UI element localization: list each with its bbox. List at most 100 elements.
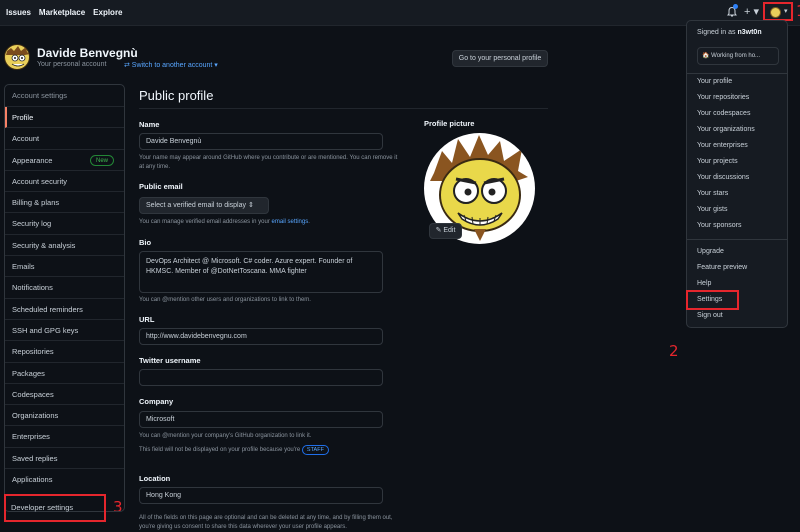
sidebar-item-ssh-gpg[interactable]: SSH and GPG keys bbox=[5, 320, 124, 342]
menu-divider bbox=[687, 239, 787, 240]
sidebar-item-label: Codespaces bbox=[12, 389, 54, 399]
sidebar-item-label: Repositories bbox=[12, 347, 54, 357]
sidebar-item-label: Packages bbox=[12, 368, 45, 378]
nav-issues[interactable]: Issues bbox=[6, 8, 31, 17]
profile-picture-label: Profile picture bbox=[424, 119, 475, 128]
location-input[interactable]: Hong Kong bbox=[139, 487, 383, 504]
signed-in-as: Signed in as n3wt0n bbox=[697, 29, 762, 36]
menu-your-enterprises[interactable]: Your enterprises bbox=[697, 142, 748, 149]
menu-your-codespaces[interactable]: Your codespaces bbox=[697, 110, 750, 117]
menu-your-stars[interactable]: Your stars bbox=[697, 190, 728, 197]
twitter-input[interactable] bbox=[139, 369, 383, 386]
annotation-2: 2 bbox=[669, 342, 679, 360]
sidebar-item-account-security[interactable]: Account security bbox=[5, 171, 124, 193]
name-note: Your name may appear around GitHub where… bbox=[139, 155, 398, 170]
account-avatar bbox=[4, 44, 30, 70]
sidebar-item-label: Enterprises bbox=[12, 432, 50, 442]
sidebar-item-label: Emails bbox=[12, 262, 35, 272]
sidebar-item-scheduled-reminders[interactable]: Scheduled reminders bbox=[5, 299, 124, 320]
annotation-1: 1 bbox=[796, 2, 800, 20]
account-subtitle: Your personal account bbox=[37, 61, 107, 68]
sidebar-item-repositories[interactable]: Repositories bbox=[5, 341, 124, 363]
top-nav: Issues Marketplace Explore bbox=[6, 8, 123, 17]
nav-marketplace[interactable]: Marketplace bbox=[39, 8, 85, 17]
notification-dot bbox=[733, 4, 738, 9]
user-dropdown-menu: Signed in as n3wt0n 🏠 Working from ho...… bbox=[686, 20, 788, 328]
email-note-text: You can manage verified email addresses … bbox=[139, 219, 272, 225]
menu-your-organizations[interactable]: Your organizations bbox=[697, 126, 755, 133]
location-label: Location bbox=[139, 474, 171, 483]
menu-your-projects[interactable]: Your projects bbox=[697, 158, 738, 165]
sidebar-item-notifications[interactable]: Notifications bbox=[5, 277, 124, 299]
public-email-label: Public email bbox=[139, 182, 183, 191]
name-input[interactable]: Davide Benvegnù bbox=[139, 133, 383, 150]
menu-your-repositories[interactable]: Your repositories bbox=[697, 94, 749, 101]
menu-help[interactable]: Help bbox=[697, 280, 711, 287]
sidebar-item-packages[interactable]: Packages bbox=[5, 363, 124, 384]
sidebar-item-profile[interactable]: Profile bbox=[5, 107, 124, 129]
menu-sign-out[interactable]: Sign out bbox=[697, 312, 723, 319]
sidebar-item-account[interactable]: Account bbox=[5, 128, 124, 150]
bio-label: Bio bbox=[139, 238, 152, 247]
bio-note: You can @mention other users and organiz… bbox=[139, 297, 311, 303]
menu-your-discussions[interactable]: Your discussions bbox=[697, 174, 749, 181]
sidebar-item-label: Organizations bbox=[12, 411, 59, 421]
chevron-down-icon: ▾ bbox=[784, 8, 788, 15]
menu-your-sponsors[interactable]: Your sponsors bbox=[697, 222, 742, 229]
sidebar-item-label: Billing & plans bbox=[12, 198, 60, 208]
staff-badge: STAFF bbox=[301, 445, 329, 455]
email-settings-link[interactable]: email settings bbox=[272, 219, 309, 225]
highlight-settings bbox=[686, 290, 739, 310]
switch-account-link[interactable]: ⇄ Switch to another account ▾ bbox=[124, 61, 218, 69]
go-to-profile-button[interactable]: Go to your personal profile bbox=[452, 50, 548, 67]
sidebar-item-appearance[interactable]: Appearance New bbox=[5, 150, 124, 171]
company-visibility-text: This field will not be displayed on your… bbox=[139, 447, 301, 453]
sidebar-item-enterprises[interactable]: Enterprises bbox=[5, 426, 124, 448]
sidebar-item-codespaces[interactable]: Codespaces bbox=[5, 384, 124, 406]
name-label: Name bbox=[139, 120, 160, 129]
company-label: Company bbox=[139, 397, 174, 406]
company-input[interactable]: Microsoft bbox=[139, 411, 383, 428]
sidebar-item-applications[interactable]: Applications bbox=[5, 469, 124, 490]
sidebar-item-saved-replies[interactable]: Saved replies bbox=[5, 448, 124, 470]
company-note: You can @mention your company's GitHub o… bbox=[139, 433, 312, 439]
settings-sidebar: Account settings Profile Account Appeara… bbox=[4, 84, 125, 512]
sidebar-item-label: Applications bbox=[12, 475, 53, 485]
sidebar-item-security-log[interactable]: Security log bbox=[5, 213, 124, 235]
sidebar-item-label: Notifications bbox=[12, 283, 53, 293]
top-header: Issues Marketplace Explore + ▾ bbox=[0, 0, 800, 26]
twitter-label: Twitter username bbox=[139, 356, 201, 365]
bio-textarea[interactable]: DevOps Architect @ Microsoft. C# coder. … bbox=[139, 251, 383, 293]
sidebar-item-label: Saved replies bbox=[12, 453, 58, 463]
url-label: URL bbox=[139, 315, 155, 324]
sidebar-item-emails[interactable]: Emails bbox=[5, 256, 124, 278]
sidebar-item-label: Account security bbox=[12, 176, 68, 186]
sidebar-item-label: SSH and GPG keys bbox=[12, 325, 79, 335]
set-status-button[interactable]: 🏠 Working from ho... bbox=[697, 47, 779, 65]
public-email-select[interactable]: Select a verified email to display ⇕ bbox=[139, 197, 269, 214]
edit-picture-button[interactable]: ✎ Edit bbox=[429, 223, 462, 239]
title-divider bbox=[139, 108, 548, 109]
sidebar-item-label: Appearance bbox=[12, 155, 53, 165]
sidebar-item-organizations[interactable]: Organizations bbox=[5, 405, 124, 427]
new-badge: New bbox=[89, 154, 114, 166]
sidebar-header: Account settings bbox=[5, 85, 124, 107]
menu-feature-preview[interactable]: Feature preview bbox=[697, 264, 747, 271]
sidebar-item-developer-settings[interactable]: Developer settings bbox=[11, 503, 73, 512]
user-menu-button[interactable]: ▾ bbox=[763, 2, 793, 21]
sidebar-item-label: Security & analysis bbox=[12, 240, 76, 250]
create-new-menu[interactable]: + ▾ bbox=[744, 5, 759, 18]
sidebar-item-security-analysis[interactable]: Security & analysis bbox=[5, 235, 124, 257]
url-input[interactable]: http://www.davidebenvegnu.com bbox=[139, 328, 383, 345]
account-name: Davide Benvegnù bbox=[37, 46, 138, 60]
sidebar-item-label: Profile bbox=[12, 113, 34, 122]
sidebar-item-label: Security log bbox=[12, 219, 52, 229]
menu-your-profile[interactable]: Your profile bbox=[697, 78, 732, 85]
signed-in-prefix: Signed in as bbox=[697, 29, 738, 36]
menu-upgrade[interactable]: Upgrade bbox=[697, 248, 724, 255]
email-note: You can manage verified email addresses … bbox=[139, 218, 401, 227]
nav-explore[interactable]: Explore bbox=[93, 8, 122, 17]
menu-your-gists[interactable]: Your gists bbox=[697, 206, 727, 213]
company-visibility-note: This field will not be displayed on your… bbox=[139, 445, 401, 455]
sidebar-item-billing[interactable]: Billing & plans bbox=[5, 192, 124, 214]
